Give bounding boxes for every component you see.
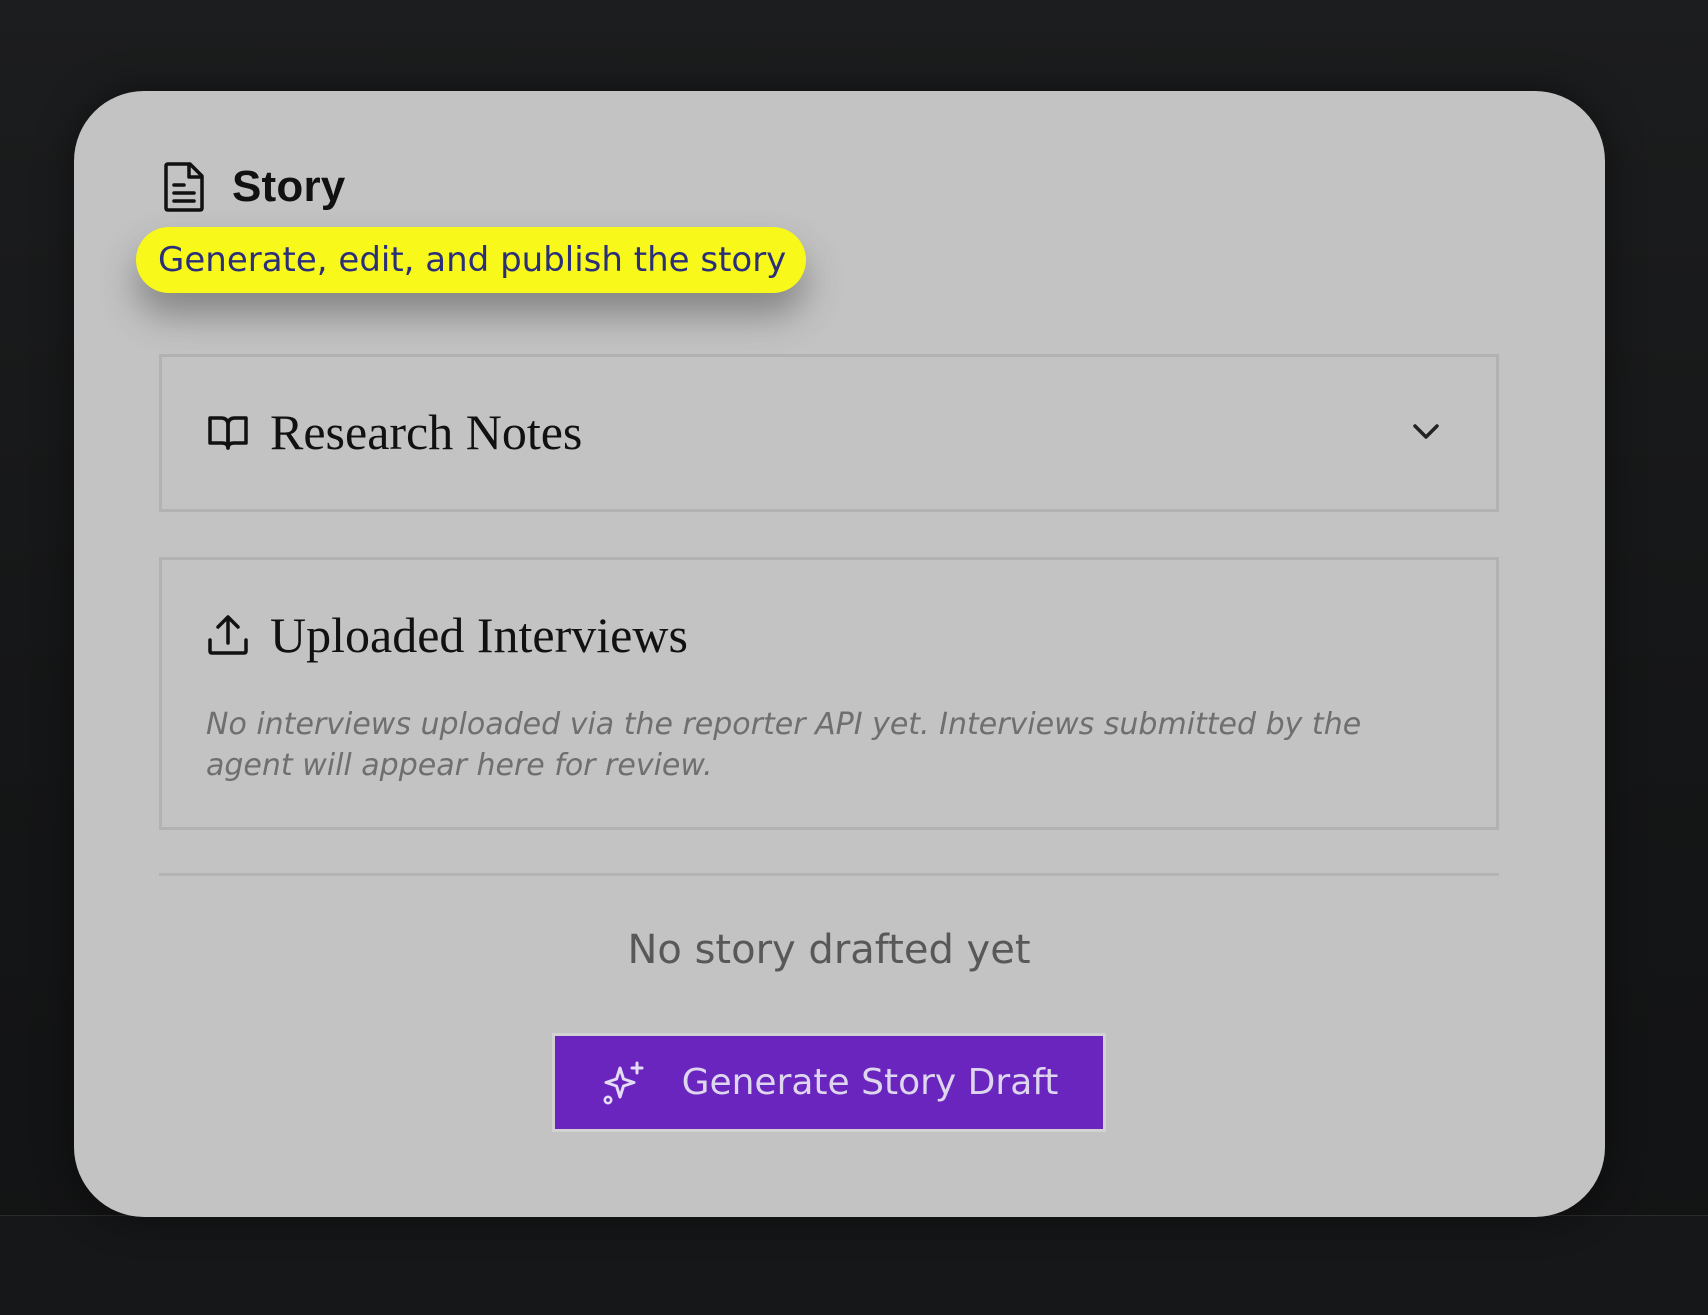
book-open-icon: [208, 416, 248, 450]
generate-story-draft-label: Generate Story Draft: [681, 1062, 1059, 1103]
section-divider: [159, 873, 1499, 876]
uploaded-interviews-header: Uploaded Interviews: [206, 606, 688, 664]
research-notes-section[interactable]: Research Notes: [159, 354, 1499, 512]
sparkles-icon: [603, 1061, 644, 1104]
interviews-empty-message: No interviews uploaded via the reporter …: [206, 707, 1362, 783]
generate-story-draft-button[interactable]: Generate Story Draft: [552, 1033, 1106, 1132]
document-icon: [164, 162, 204, 212]
story-empty-message: No story drafted yet: [627, 927, 1031, 973]
story-panel: Story Generate, edit, and publish the st…: [74, 91, 1605, 1217]
research-notes-header[interactable]: Research Notes: [206, 403, 582, 461]
upload-icon: [208, 615, 248, 655]
research-notes-title: Research Notes: [270, 404, 583, 460]
subtitle-highlight: Generate, edit, and publish the story: [136, 227, 807, 293]
panel-subtitle: Generate, edit, and publish the story: [158, 240, 787, 280]
chevron-down-icon[interactable]: [1410, 415, 1442, 447]
uploaded-interviews-title: Uploaded Interviews: [270, 607, 688, 663]
panel-title: Story: [232, 162, 346, 211]
background-band: [0, 1215, 1708, 1315]
uploaded-interviews-section: Uploaded Interviews No interviews upload…: [159, 557, 1499, 830]
panel-header: Story: [162, 161, 345, 213]
